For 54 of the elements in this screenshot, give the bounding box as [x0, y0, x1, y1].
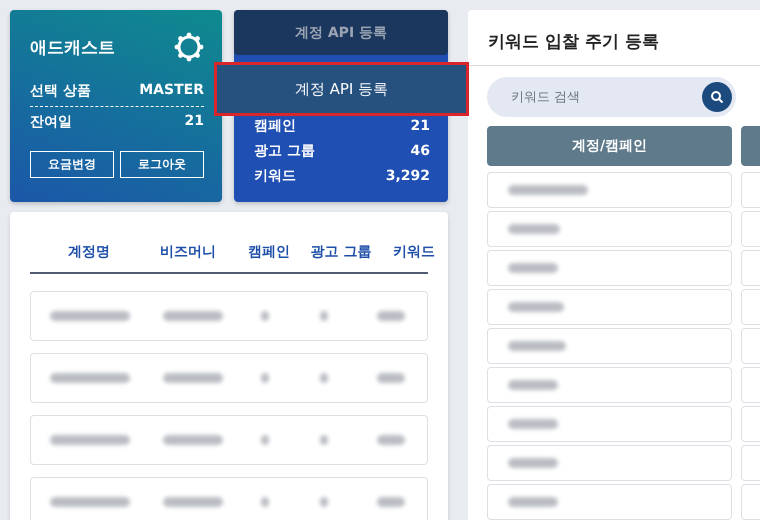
blurred-text — [508, 458, 558, 468]
column-header: 키워드 — [392, 243, 436, 261]
blurred-text — [508, 380, 558, 390]
blurred-text — [508, 302, 564, 312]
stat-value: 21 — [410, 118, 430, 134]
column-header: 비즈머니 — [159, 243, 217, 261]
blurred-text — [377, 435, 406, 445]
column-header: 광고 그룹 — [310, 243, 372, 261]
api-tab[interactable]: 계정 API 등록 — [234, 10, 448, 55]
blurred-text — [320, 497, 328, 507]
blurred-text — [163, 373, 224, 383]
blurred-text — [320, 311, 328, 321]
blurred-text — [508, 419, 558, 429]
info-value: 21 — [184, 113, 204, 131]
stat-label: 캠페인 — [254, 116, 296, 134]
blurred-text — [508, 341, 566, 351]
outline-button[interactable]: 로그아웃 — [120, 151, 204, 178]
blurred-text — [163, 311, 224, 321]
search-icon[interactable] — [702, 82, 732, 112]
table-row[interactable] — [30, 291, 428, 341]
blurred-text — [508, 263, 558, 273]
column-header: 계정명 — [67, 243, 111, 261]
panel-title: 키워드 입찰 주기 등록 — [488, 32, 659, 52]
stat-label: 광고 그룹 — [254, 142, 315, 160]
blurred-text — [260, 311, 269, 321]
table-row[interactable] — [30, 353, 428, 403]
table-row[interactable] — [30, 415, 428, 465]
search-field[interactable]: 키워드 검색 — [487, 77, 736, 117]
blurred-text — [320, 373, 328, 383]
blurred-text — [377, 497, 406, 507]
blurred-text — [377, 373, 406, 383]
blurred-text — [320, 435, 328, 445]
stat-value: 3,292 — [386, 168, 430, 184]
blurred-text — [260, 435, 269, 445]
blurred-text — [163, 435, 224, 445]
settings-icon[interactable] — [174, 32, 204, 62]
blurred-text — [163, 497, 224, 507]
info-label: 선택 상품 — [30, 82, 91, 100]
stat-value: 46 — [410, 142, 430, 158]
stat-label: 키워드 — [254, 166, 296, 184]
api-register-button[interactable]: 계정 API 등록 — [214, 62, 469, 116]
blurred-text — [260, 373, 269, 383]
blurred-text — [377, 311, 406, 321]
column-header: 계정/캠페인 — [487, 126, 732, 166]
outline-button[interactable]: 요금변경 — [30, 151, 114, 178]
blurred-text — [508, 497, 558, 507]
blurred-text — [508, 224, 560, 234]
search-input[interactable]: 키워드 검색 — [509, 88, 683, 106]
info-value: MASTER — [139, 82, 204, 100]
table-row[interactable] — [30, 477, 428, 520]
card-title: 애드캐스트 — [30, 36, 115, 58]
column-header: 캠페인 — [247, 243, 291, 261]
blurred-text — [260, 497, 269, 507]
info-label: 잔여일 — [30, 113, 72, 131]
